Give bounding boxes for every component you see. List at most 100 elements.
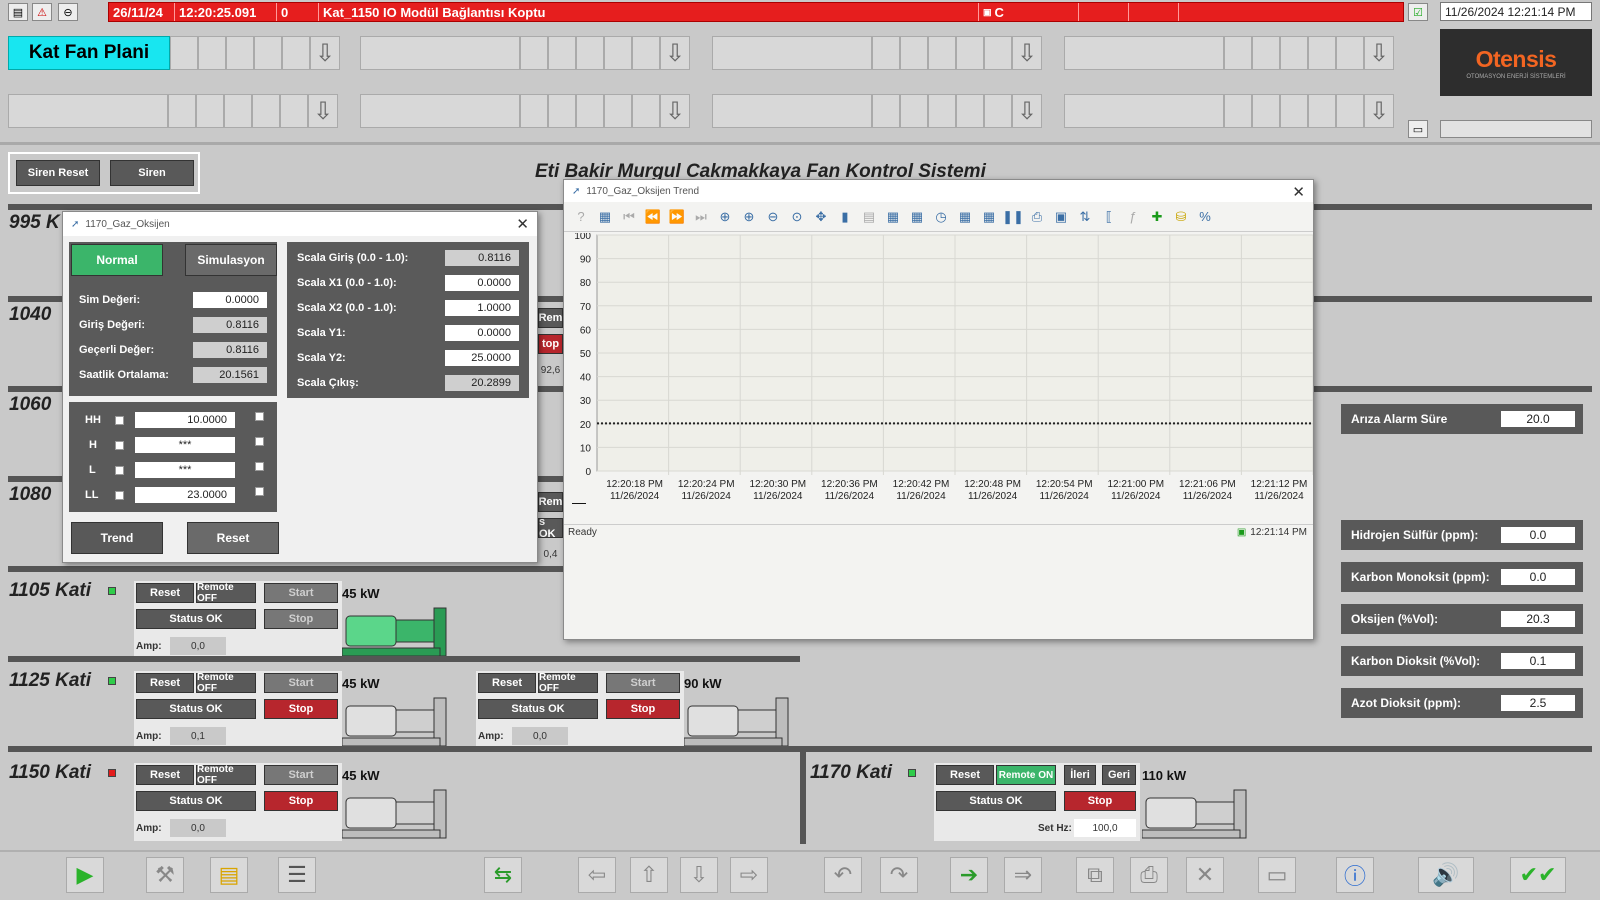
stop-button[interactable]: Stop [264, 609, 338, 629]
screen-icon[interactable]: ▭ [1408, 120, 1428, 138]
remote-off-button[interactable]: Remote OFF [196, 764, 256, 786]
scala-x2-input[interactable]: 1.0000 [445, 300, 519, 316]
save-icon[interactable]: ▣ [1050, 206, 1072, 228]
scala-y1-input[interactable]: 0.0000 [445, 325, 519, 341]
print-icon[interactable]: ⎙ [1026, 206, 1048, 228]
partial-remote-button[interactable]: Rem [538, 492, 563, 512]
reset-button[interactable]: Reset [478, 673, 536, 693]
import-icon[interactable]: ▦ [978, 206, 1000, 228]
zoom-area-icon[interactable]: ⊕ [714, 206, 736, 228]
arrow-down-icon[interactable]: ⇩ [310, 36, 340, 70]
ll-alarm-checkbox[interactable] [255, 487, 264, 496]
remote-on-button[interactable]: Remote ON [996, 765, 1056, 785]
clock-icon[interactable]: ◷ [930, 206, 952, 228]
arrow-down-icon[interactable]: ⇩ [1012, 36, 1042, 70]
add-icon[interactable]: ✚ [1146, 206, 1168, 228]
sethz-input[interactable]: 100,0 [1074, 819, 1136, 837]
acknowledge-icon[interactable]: ☑ [1408, 3, 1428, 21]
forward-icon[interactable]: ⏩ [666, 206, 688, 228]
siren-reset-button[interactable]: Siren Reset [16, 160, 100, 186]
database-icon[interactable]: ⛁ [1170, 206, 1192, 228]
arrow-down-icon[interactable]: ⇩ [680, 857, 718, 893]
remote-off-button[interactable]: Remote OFF [196, 582, 256, 604]
arrow-down-icon[interactable]: ⇩ [1364, 36, 1394, 70]
faceplate-titlebar[interactable]: ➚ 1170_Gaz_Oksijen ✕ [63, 212, 537, 236]
arrow-down-icon[interactable]: ⇩ [1012, 94, 1042, 128]
screen-change-icon[interactable]: ⇆ [484, 857, 522, 893]
bracket-icon[interactable]: ⟦ [1098, 206, 1120, 228]
config-icon[interactable]: ▦ [594, 206, 616, 228]
cursor-icon[interactable]: ⇅ [1074, 206, 1096, 228]
login-icon[interactable]: ➔ [950, 857, 988, 893]
start-button[interactable]: Start [264, 765, 338, 785]
tools-icon[interactable]: ⚒ [146, 857, 184, 893]
acknowledge-all-icon[interactable]: ✔✔ [1510, 857, 1566, 893]
l-alarm-checkbox[interactable] [255, 462, 264, 471]
reset-button[interactable]: Reset [136, 673, 194, 693]
first-icon[interactable]: ⏮ [618, 206, 640, 228]
reset-button[interactable]: Reset [136, 765, 194, 785]
l-enable-checkbox[interactable] [115, 466, 124, 475]
trend-button[interactable]: Trend [71, 522, 163, 554]
arrow-down-icon[interactable]: ⇩ [1364, 94, 1394, 128]
siren-button[interactable]: Siren [110, 160, 194, 186]
grid2-icon[interactable]: ▦ [906, 206, 928, 228]
print-icon[interactable]: ⎙ [1130, 857, 1168, 893]
partial-stop-button[interactable]: top [538, 334, 563, 354]
reset-button[interactable]: Reset [936, 765, 994, 785]
grid-icon[interactable]: ▦ [882, 206, 904, 228]
ll-enable-checkbox[interactable] [115, 491, 124, 500]
l-input[interactable]: *** [135, 462, 235, 478]
copy-icon[interactable]: ⧉ [1076, 857, 1114, 893]
arrow-left-icon[interactable]: ⇦ [578, 857, 616, 893]
zoom-reset-icon[interactable]: ⊙ [786, 206, 808, 228]
monitor-icon[interactable]: ▭ [1258, 857, 1296, 893]
report-icon[interactable]: ▤ [210, 857, 248, 893]
list-icon[interactable]: ☰ [278, 857, 316, 893]
pause-icon[interactable]: ❚❚ [1002, 206, 1024, 228]
ileri-button[interactable]: İleri [1064, 765, 1096, 785]
remote-off-button[interactable]: Remote OFF [538, 672, 598, 694]
trend-titlebar[interactable]: ➚ 1170_Gaz_Oksijen Trend ✕ [564, 180, 1313, 202]
hh-enable-checkbox[interactable] [115, 416, 124, 425]
undo-icon[interactable]: ↶ [824, 857, 862, 893]
delete-icon[interactable]: ✕ [1186, 857, 1224, 893]
stop-button[interactable]: Stop [1064, 791, 1136, 811]
scala-x1-input[interactable]: 0.0000 [445, 275, 519, 291]
geri-button[interactable]: Geri [1102, 765, 1136, 785]
sound-icon[interactable]: 🔊 [1418, 857, 1474, 893]
blank-field[interactable] [1440, 120, 1592, 138]
normal-button[interactable]: Normal [71, 244, 163, 276]
arrow-down-icon[interactable]: ⇩ [660, 36, 690, 70]
redo-icon[interactable]: ↷ [880, 857, 918, 893]
export-icon[interactable]: ▦ [954, 206, 976, 228]
arrow-up-icon[interactable]: ⇧ [630, 857, 668, 893]
last-icon[interactable]: ⏭ [690, 206, 712, 228]
back-icon[interactable]: ⏪ [642, 206, 664, 228]
start-button[interactable]: Start [264, 673, 338, 693]
arrow-down-icon[interactable]: ⇩ [660, 94, 690, 128]
h-enable-checkbox[interactable] [115, 441, 124, 450]
fan-motor-icon[interactable] [341, 604, 450, 660]
zoom-out-icon[interactable]: ⊖ [762, 206, 784, 228]
trend-chart[interactable]: 0102030405060708090100 12:20:18 PM11/26/… [564, 233, 1313, 523]
kat-fan-plani-button[interactable]: Kat Fan Plani [8, 36, 170, 70]
fan-motor-icon[interactable] [1141, 786, 1250, 842]
minimize-icon[interactable]: ⊖ [58, 3, 78, 21]
h-input[interactable]: *** [135, 437, 235, 453]
h-alarm-checkbox[interactable] [255, 437, 264, 446]
stop-button[interactable]: Stop [264, 699, 338, 719]
stop-button[interactable]: Stop [264, 791, 338, 811]
gas-o2[interactable]: Oksijen (%Vol): 20.3 [1341, 604, 1583, 634]
close-icon[interactable]: ✕ [516, 215, 529, 233]
sim-degeri-input[interactable]: 0.0000 [193, 292, 267, 308]
simulasyon-button[interactable]: Simulasyon [185, 244, 277, 276]
start-button[interactable]: Start [606, 673, 680, 693]
partial-remote-button[interactable]: Rem [538, 308, 563, 328]
ruler-icon[interactable]: ▮ [834, 206, 856, 228]
close-icon[interactable]: ✕ [1292, 183, 1305, 201]
folder-icon[interactable]: ▤ [8, 3, 28, 21]
help-icon[interactable]: ? [570, 206, 592, 228]
info-icon[interactable]: ⓘ [1336, 857, 1374, 893]
scala-y2-input[interactable]: 25.0000 [445, 350, 519, 366]
